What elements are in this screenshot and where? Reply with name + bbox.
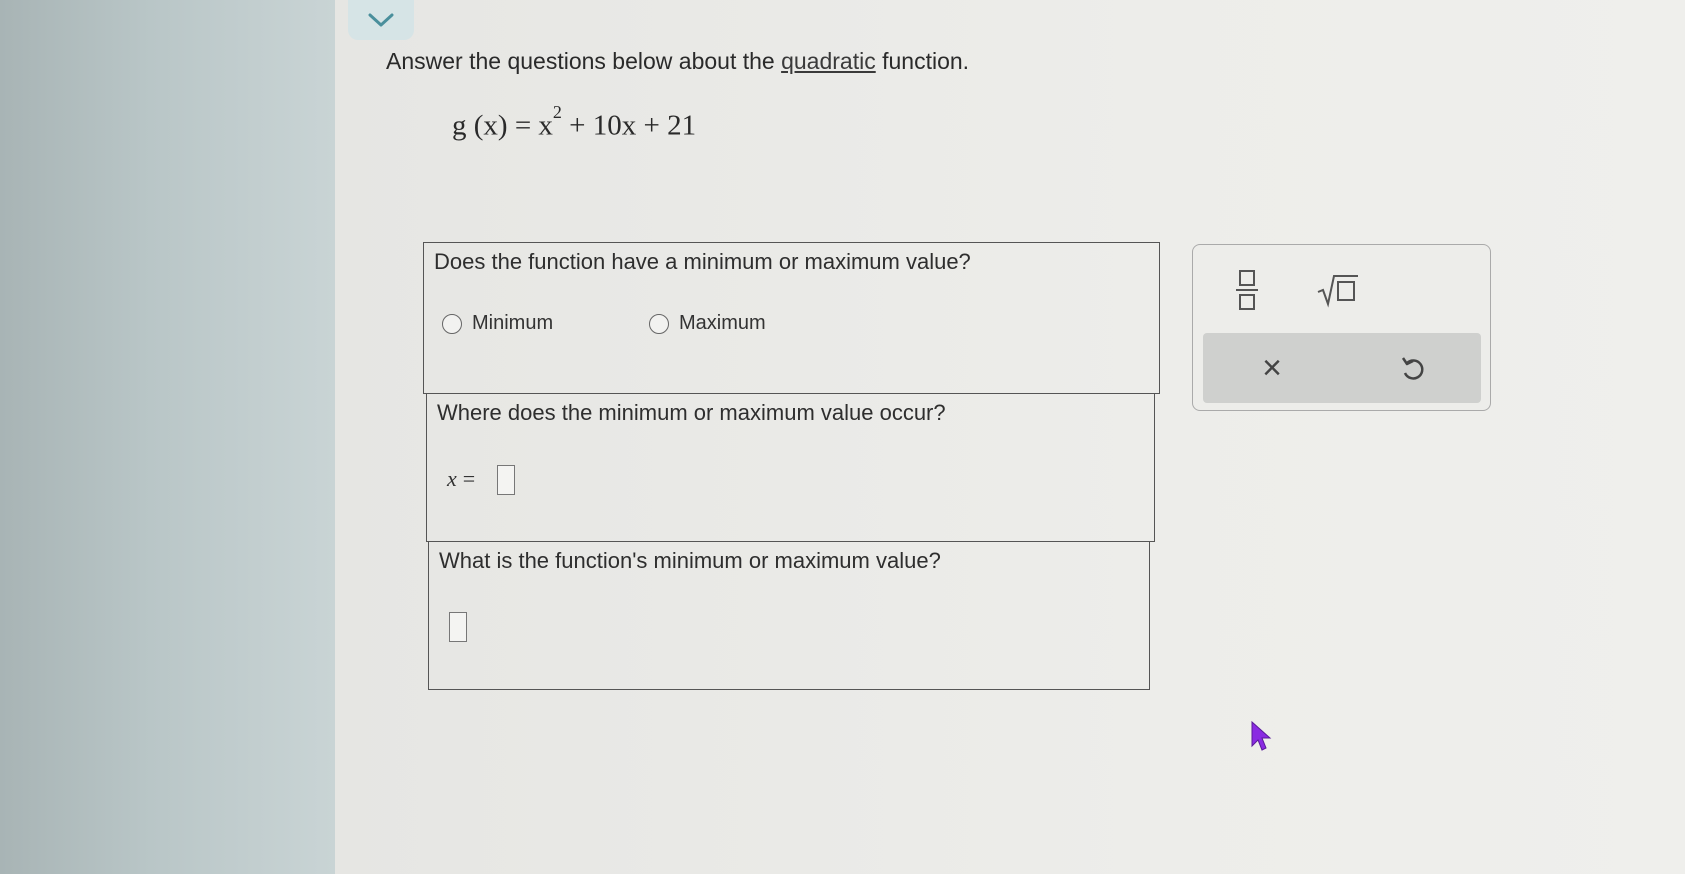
quadratic-link[interactable]: quadratic <box>781 48 876 74</box>
question-location-box: Where does the minimum or maximum value … <box>426 393 1155 542</box>
radio-maximum[interactable]: Maximum <box>649 312 766 335</box>
radio-maximum-label: Maximum <box>679 312 766 334</box>
undo-button[interactable] <box>1388 343 1438 393</box>
x-value-input[interactable] <box>497 465 515 495</box>
fraction-button[interactable] <box>1229 265 1265 315</box>
fraction-icon <box>1236 270 1258 310</box>
question-min-max-box: Does the function have a minimum or maxi… <box>423 242 1160 394</box>
mouse-cursor-icon <box>1251 720 1272 751</box>
toolbox-action-bar: × <box>1203 333 1481 403</box>
math-toolbox: × <box>1192 244 1491 411</box>
question-value-text: What is the function's minimum or maximu… <box>439 548 941 573</box>
radio-minimum[interactable]: Minimum <box>442 312 553 335</box>
question-min-max-text: Does the function have a minimum or maxi… <box>434 249 971 274</box>
min-max-value-input[interactable] <box>449 612 467 642</box>
function-equation: g (x) = x2 + 10x + 21 <box>452 102 697 142</box>
chevron-down-icon <box>368 13 394 27</box>
instruction-text: Answer the questions below about the qua… <box>386 48 970 74</box>
clear-button[interactable]: × <box>1247 343 1297 393</box>
left-sidebar-panel <box>0 0 335 874</box>
clear-icon: × <box>1262 348 1282 387</box>
x-equals-label: x = <box>447 466 476 491</box>
radio-maximum-circle[interactable] <box>649 313 669 334</box>
radio-minimum-circle[interactable] <box>442 313 462 334</box>
sqrt-icon <box>1317 275 1358 308</box>
undo-icon <box>1401 357 1424 380</box>
collapse-button[interactable] <box>348 0 414 40</box>
question-value-box: What is the function's minimum or maximu… <box>428 541 1150 690</box>
radio-minimum-label: Minimum <box>472 312 554 334</box>
sqrt-button[interactable] <box>1313 265 1363 315</box>
question-location-text: Where does the minimum or maximum value … <box>437 400 946 425</box>
